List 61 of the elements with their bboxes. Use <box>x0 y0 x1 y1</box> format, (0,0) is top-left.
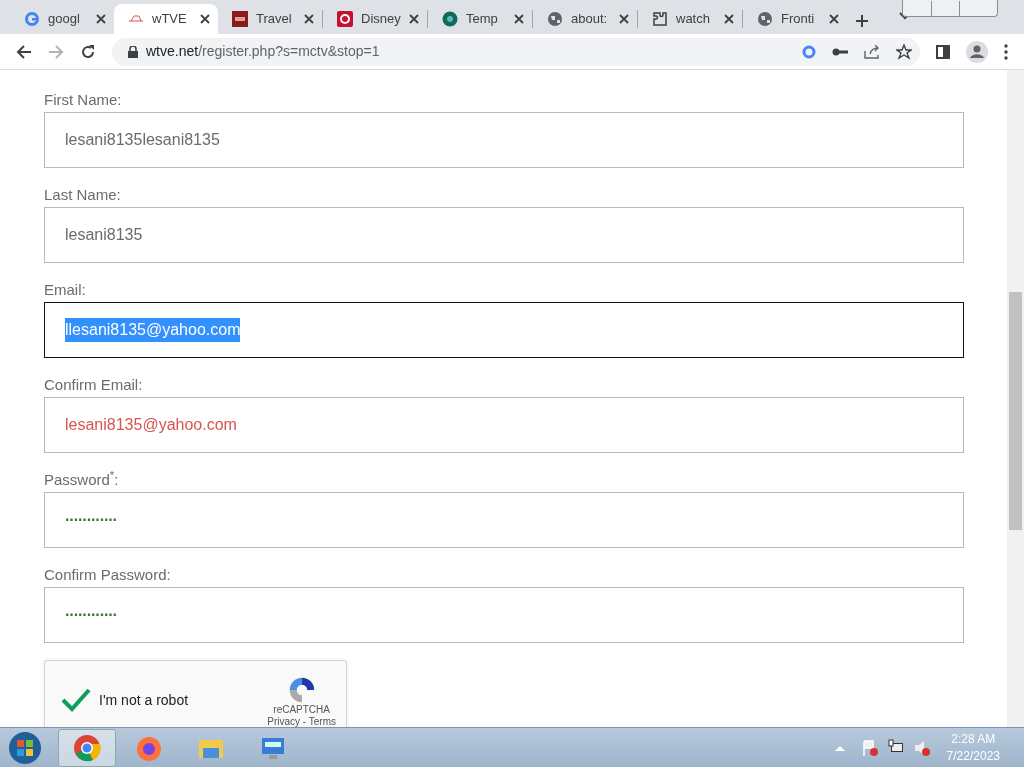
taskbar-button[interactable] <box>58 728 116 767</box>
plus-icon <box>855 13 869 28</box>
browser-tab[interactable]: Travel <box>218 4 322 34</box>
disney-logo-icon <box>337 11 353 27</box>
speaker-muted-icon[interactable] <box>912 738 931 757</box>
clock-date: 7/22/2023 <box>946 747 1000 765</box>
puzzle-icon <box>652 11 668 27</box>
input-field[interactable]: lesani8135 <box>44 207 964 263</box>
google-icon <box>24 11 40 27</box>
field-label: Confirm Email: <box>44 375 144 395</box>
menu-icon[interactable] <box>1004 43 1008 60</box>
browser-tab[interactable]: Disney <box>323 4 427 34</box>
back-icon[interactable] <box>16 43 32 60</box>
address-bar[interactable]: wtve.net/register.php?s=mctv&stop=1 <box>112 37 920 66</box>
circle-logo-icon <box>442 11 458 27</box>
close-icon[interactable] <box>514 14 524 24</box>
url-text: wtve.net/register.php?s=mctv&stop=1 <box>146 42 380 61</box>
scrollbar-thumb[interactable] <box>1009 292 1022 530</box>
captcha-brand: reCAPTCHA <box>273 704 330 716</box>
flag-error-icon[interactable] <box>860 738 879 757</box>
field-label: Password$^{*}$: <box>44 470 120 490</box>
lock-icon <box>128 45 138 58</box>
browser-tab[interactable]: Temp <box>428 4 532 34</box>
side-panel-icon[interactable] <box>936 44 950 59</box>
close-icon[interactable] <box>829 14 839 24</box>
field-label: Email: <box>44 280 87 300</box>
start-button[interactable] <box>8 730 42 765</box>
browser-tab[interactable]: Fronti <box>743 4 847 34</box>
close-icon[interactable] <box>619 14 629 24</box>
recaptcha-logo-icon <box>287 676 316 704</box>
password-field[interactable]: ············ <box>44 587 964 643</box>
close-icon[interactable] <box>409 14 419 24</box>
captcha-label: I'm not a robot <box>99 690 189 710</box>
scrollbar[interactable] <box>1007 70 1024 727</box>
share-icon[interactable] <box>864 44 880 59</box>
close-icon[interactable] <box>96 14 106 24</box>
star-icon[interactable] <box>896 43 912 60</box>
reload-icon[interactable] <box>80 43 96 60</box>
input-field[interactable]: lesani8135@yahoo.com <box>44 397 964 453</box>
google-icon[interactable] <box>802 44 816 59</box>
browser-tab[interactable]: googl <box>10 4 114 34</box>
browser-tab[interactable]: watch <box>638 4 742 34</box>
close-icon[interactable] <box>200 14 210 24</box>
field-label: Last Name: <box>44 185 122 205</box>
globe-icon <box>757 11 773 27</box>
checkmark-icon[interactable] <box>61 688 91 712</box>
password-field[interactable]: ············ <box>44 492 964 548</box>
profile-avatar[interactable] <box>966 40 988 63</box>
captcha-links[interactable]: Privacy - Terms <box>267 716 336 727</box>
browser-tab[interactable]: about: <box>533 4 637 34</box>
field-label: First Name: <box>44 90 123 110</box>
globe-icon <box>547 11 563 27</box>
close-icon[interactable] <box>724 14 734 24</box>
field-label: Confirm Password: <box>44 565 172 585</box>
chrome-icon <box>73 733 101 762</box>
browser-tab[interactable]: wTVE <box>114 4 218 34</box>
square-logo-icon <box>232 11 248 27</box>
input-field[interactable]: lesani8135lesani8135 <box>44 112 964 168</box>
key-icon[interactable] <box>832 46 848 57</box>
clock-time: 2:28 AM <box>950 730 997 748</box>
close-icon[interactable] <box>304 14 314 24</box>
